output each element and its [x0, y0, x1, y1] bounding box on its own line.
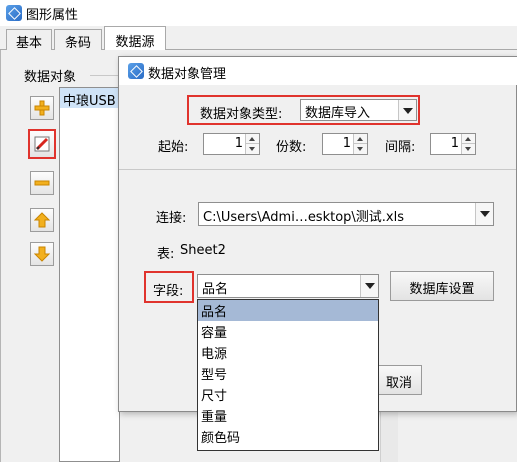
tab-basic[interactable]: 基本: [6, 29, 52, 51]
tab-datasource[interactable]: 数据源: [104, 26, 166, 51]
edit-icon: [34, 136, 50, 152]
add-button[interactable]: [30, 96, 54, 120]
tab-strip: 基本 条码 数据源: [0, 26, 517, 51]
dropdown-option[interactable]: 重量: [198, 405, 378, 426]
dropdown-option[interactable]: 容量: [198, 321, 378, 342]
data-object-type-select[interactable]: 数据库导入: [300, 99, 417, 121]
interval-value: 1: [450, 136, 459, 151]
dropdown-option[interactable]: 型号: [198, 363, 378, 384]
connection-value: C:\Users\Admi…esktop\测试.xls: [203, 210, 405, 225]
copies-label: 份数:: [276, 140, 307, 155]
edit-button[interactable]: [28, 129, 56, 159]
chevron-down-icon[interactable]: [360, 275, 378, 297]
database-settings-button[interactable]: 数据库设置: [390, 271, 494, 301]
spin-up-icon[interactable]: [462, 134, 475, 144]
field-select[interactable]: 品名: [197, 274, 379, 298]
dropdown-option[interactable]: 颜色码: [198, 426, 378, 447]
interval-stepper[interactable]: 1: [430, 133, 476, 155]
move-down-button[interactable]: [30, 242, 54, 266]
spin-down-icon[interactable]: [354, 144, 367, 154]
table-label: 表:: [157, 247, 175, 262]
spin-up-icon[interactable]: [246, 134, 259, 144]
app-icon: [6, 5, 22, 21]
dropdown-option[interactable]: 品名: [198, 300, 378, 321]
move-up-button[interactable]: [30, 208, 54, 232]
arrow-up-icon: [34, 212, 50, 228]
start-value: 1: [234, 136, 243, 151]
chevron-down-icon[interactable]: [475, 203, 493, 225]
back-window-titlebar: 图形属性: [0, 0, 517, 26]
chevron-down-icon[interactable]: [398, 100, 416, 120]
minus-icon: [34, 180, 50, 186]
spin-down-icon[interactable]: [462, 144, 475, 154]
data-object-group-label: 数据对象: [24, 66, 79, 85]
dropdown-option[interactable]: 尺寸: [198, 384, 378, 405]
arrow-down-icon: [34, 246, 50, 262]
connection-label: 连接:: [156, 211, 187, 226]
spin-up-icon[interactable]: [354, 134, 367, 144]
interval-label: 间隔:: [385, 140, 416, 155]
table-value: Sheet2: [180, 243, 226, 258]
divider: [119, 169, 516, 170]
dropdown-option[interactable]: 电源: [198, 342, 378, 363]
plus-icon: [34, 100, 50, 116]
dialog-title: 数据对象管理: [148, 67, 227, 82]
tab-barcode[interactable]: 条码: [54, 29, 102, 51]
field-label: 字段:: [153, 284, 184, 299]
field-value: 品名: [202, 282, 229, 297]
connection-select[interactable]: C:\Users\Admi…esktop\测试.xls: [198, 202, 494, 226]
dialog-app-icon: [128, 63, 144, 79]
copies-stepper[interactable]: 1: [322, 133, 368, 155]
start-label: 起始:: [158, 140, 189, 155]
back-window-title: 图形属性: [26, 8, 79, 23]
start-stepper[interactable]: 1: [203, 133, 260, 155]
remove-button[interactable]: [30, 171, 54, 195]
data-object-list[interactable]: [59, 87, 120, 462]
spin-down-icon[interactable]: [246, 144, 259, 154]
copies-value: 1: [342, 136, 351, 151]
data-object-type-label: 数据对象类型:: [200, 107, 283, 122]
list-item[interactable]: 中琅USB: [60, 88, 120, 108]
data-object-type-value: 数据库导入: [305, 106, 371, 121]
